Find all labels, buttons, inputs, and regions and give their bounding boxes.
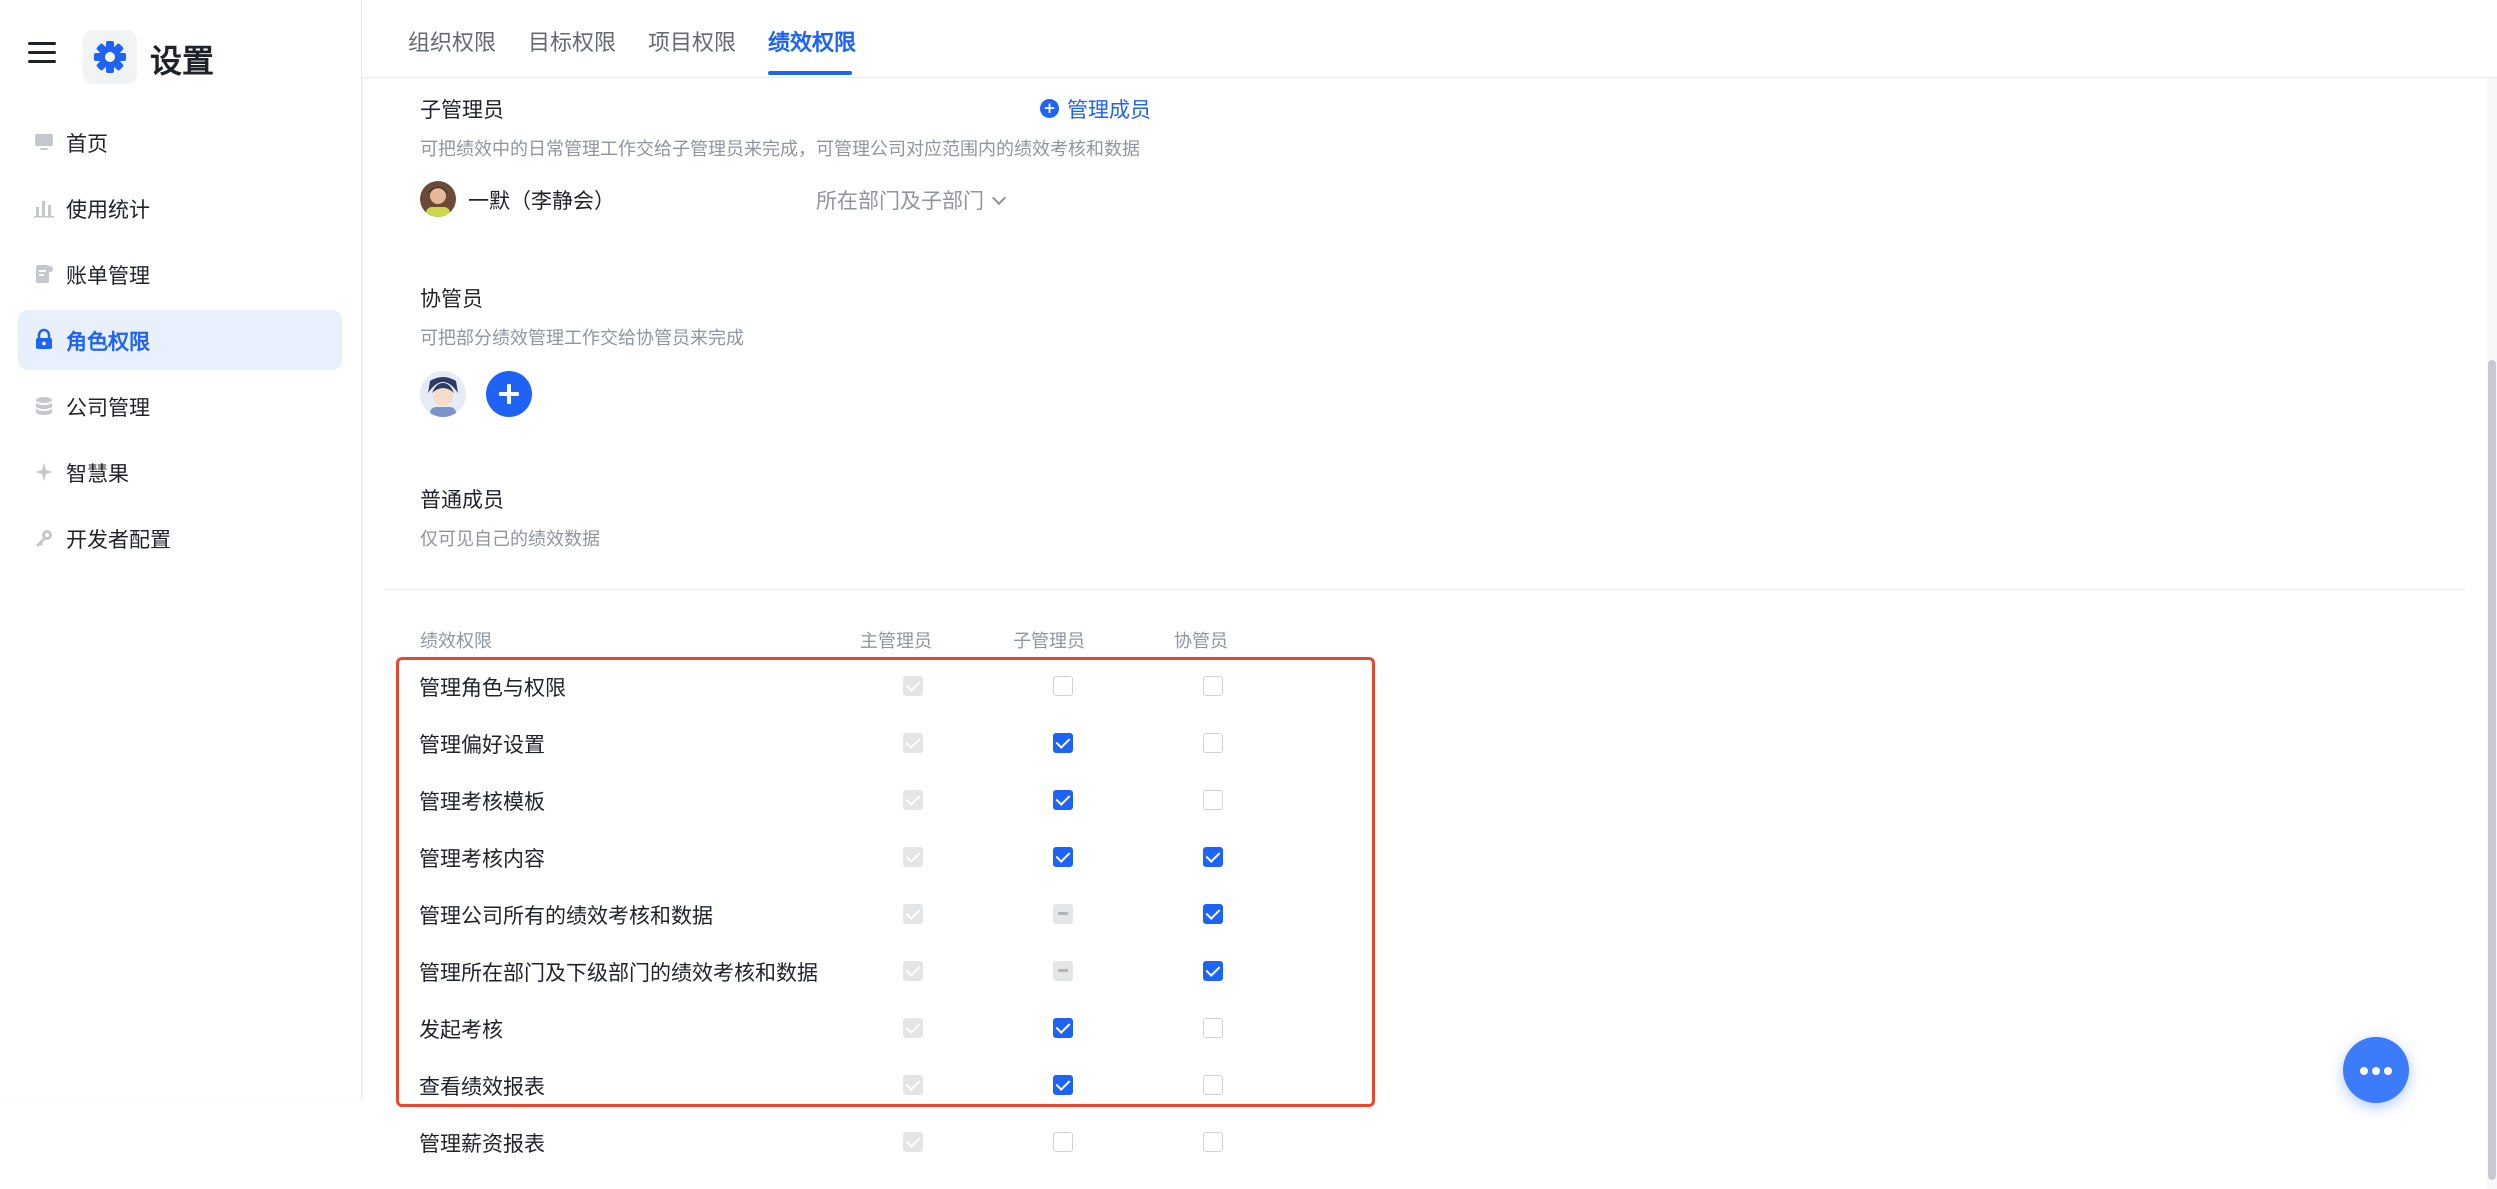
tab-project-permissions[interactable]: 项目权限 <box>648 25 736 57</box>
dot-icon <box>2360 1067 2368 1075</box>
sidebar-item-label: 使用统计 <box>66 198 150 222</box>
monitor-icon <box>35 134 53 150</box>
table-row: 管理薪资报表 <box>384 1114 1384 1171</box>
app-title: 设置 <box>150 42 215 80</box>
add-circle-icon: + <box>1040 99 1059 118</box>
manage-members-label: 管理成员 <box>1067 98 1151 122</box>
sidebar-nav: 首页 使用统计 账单管理 角色权限 公司管理 智慧果 开发者配置 <box>18 112 342 574</box>
sub-admin-member-name: 一默（李静会） <box>468 189 615 213</box>
database-icon <box>36 397 52 415</box>
sidebar-item-label: 角色权限 <box>66 330 150 354</box>
sidebar-item-label: 智慧果 <box>66 462 129 486</box>
more-actions-button[interactable] <box>2343 1037 2409 1103</box>
dot-icon <box>2384 1067 2392 1075</box>
bar-chart-icon <box>34 201 54 218</box>
sidebar-header: 设置 <box>0 0 362 112</box>
add-co-admin-button[interactable] <box>486 371 532 417</box>
sub-admin-title: 子管理员 <box>420 98 504 122</box>
key-icon <box>36 530 52 547</box>
sidebar-item-label: 首页 <box>66 132 108 156</box>
sidebar-item-label: 开发者配置 <box>66 528 171 552</box>
sparkle-icon <box>35 463 53 481</box>
co-admin-checkbox[interactable] <box>1203 1132 1223 1152</box>
highlight-annotation-box <box>396 657 1375 1107</box>
dot-icon <box>2372 1067 2380 1075</box>
hamburger-menu-icon[interactable] <box>28 42 56 66</box>
scope-dropdown[interactable]: 所在部门及子部门 <box>816 185 1007 215</box>
tab-goal-permissions[interactable]: 目标权限 <box>528 25 616 57</box>
avatar <box>420 181 456 217</box>
tab-performance-permissions[interactable]: 绩效权限 <box>768 25 856 57</box>
sidebar: 设置 首页 使用统计 账单管理 角色权限 公司管理 智慧果 开发者配置 <box>0 0 362 1100</box>
sidebar-item-role-permissions[interactable]: 角色权限 <box>18 310 342 370</box>
co-admin-title: 协管员 <box>420 287 483 311</box>
column-header-permission: 绩效权限 <box>420 631 492 652</box>
lock-icon <box>36 328 52 349</box>
member-title: 普通成员 <box>420 488 504 512</box>
bill-icon <box>36 265 53 283</box>
sidebar-item-label: 账单管理 <box>66 264 150 288</box>
scope-dropdown-value: 所在部门及子部门 <box>816 189 984 213</box>
main-admin-checkbox <box>903 1132 923 1152</box>
permission-label: 管理薪资报表 <box>419 1132 545 1156</box>
sub-admin-checkbox[interactable] <box>1053 1132 1073 1152</box>
sidebar-item-label: 公司管理 <box>66 396 150 420</box>
tab-org-permissions[interactable]: 组织权限 <box>408 25 496 57</box>
sidebar-item-developer-config[interactable]: 开发者配置 <box>18 508 342 568</box>
sidebar-item-home[interactable]: 首页 <box>18 112 342 172</box>
member-description: 仅可见自己的绩效数据 <box>420 529 600 550</box>
sub-admin-description: 可把绩效中的日常管理工作交给子管理员来完成，可管理公司对应范围内的绩效考核和数据 <box>420 139 1140 160</box>
sidebar-item-usage-stats[interactable]: 使用统计 <box>18 178 342 238</box>
section-divider <box>384 589 2466 590</box>
column-header-main-admin: 主管理员 <box>860 631 932 652</box>
settings-logo-icon <box>83 30 137 84</box>
active-tab-indicator <box>768 71 852 75</box>
column-header-sub-admin: 子管理员 <box>1013 631 1085 652</box>
chevron-down-icon <box>991 190 1007 206</box>
sidebar-item-billing[interactable]: 账单管理 <box>18 244 342 304</box>
column-header-co-admin: 协管员 <box>1174 631 1228 652</box>
scrollbar-thumb[interactable] <box>2488 360 2496 1180</box>
avatar <box>420 371 466 417</box>
sidebar-item-company-management[interactable]: 公司管理 <box>18 376 342 436</box>
sidebar-item-wisdom-fruit[interactable]: 智慧果 <box>18 442 342 502</box>
co-admin-description: 可把部分绩效管理工作交给协管员来完成 <box>420 328 744 349</box>
permission-tabs: 组织权限 目标权限 项目权限 绩效权限 <box>362 0 2497 78</box>
